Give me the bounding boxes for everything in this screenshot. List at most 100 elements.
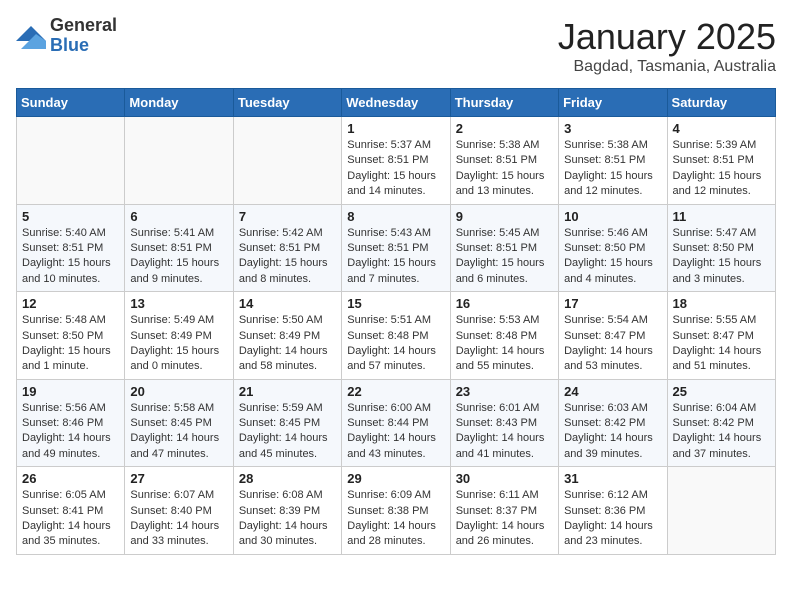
calendar-header-tuesday: Tuesday [233,89,341,117]
calendar-header-monday: Monday [125,89,233,117]
calendar-cell: 7 Sunrise: 5:42 AM Sunset: 8:51 PM Daylig… [233,204,341,292]
day-number: 1 [347,121,444,136]
day-number: 12 [22,296,119,311]
day-info: Sunrise: 5:45 AM Sunset: 8:51 PM Dayligh… [456,226,553,288]
day-number: 8 [347,209,444,224]
logo: General Blue [16,16,117,56]
day-number: 10 [564,209,661,224]
calendar-header-row: SundayMondayTuesdayWednesdayThursdayFrid… [17,89,776,117]
calendar-cell: 19Sunrise: 5:56 AM Sunset: 8:46 PM Dayli… [17,379,125,467]
calendar-cell: 26 Sunrise: 6:05 AM Sunset: 8:41 PM Dayli… [17,467,125,555]
calendar-cell: 10 Sunrise: 5:46 AM Sunset: 8:50 PM Dayli… [559,204,667,292]
calendar-cell: 20Sunrise: 5:58 AM Sunset: 8:45 PM Dayli… [125,379,233,467]
calendar-week-row: 19Sunrise: 5:56 AM Sunset: 8:46 PM Dayli… [17,379,776,467]
title-block: January 2025 Bagdad, Tasmania, Australia [558,16,776,76]
calendar-cell: 5Sunrise: 5:40 AM Sunset: 8:51 PM Daylig… [17,204,125,292]
day-info: Sunrise: 5:49 AM Sunset: 8:49 PM Dayligh… [130,313,227,375]
calendar-cell [17,117,125,205]
calendar-cell: 25 Sunrise: 6:04 AM Sunset: 8:42 PM Dayli… [667,379,775,467]
day-info: Sunrise: 5:42 AM Sunset: 8:51 PM Dayligh… [239,226,336,288]
day-info: Sunrise: 6:07 AM Sunset: 8:40 PM Dayligh… [130,488,227,550]
day-number: 19 [22,384,119,399]
day-info: Sunrise: 5:37 AM Sunset: 8:51 PM Dayligh… [347,138,444,200]
day-number: 29 [347,471,444,486]
day-info: Sunrise: 6:00 AM Sunset: 8:44 PM Dayligh… [347,401,444,463]
calendar-header-wednesday: Wednesday [342,89,450,117]
calendar-cell: 17 Sunrise: 5:54 AM Sunset: 8:47 PM Dayli… [559,292,667,380]
day-info: Sunrise: 5:55 AM Sunset: 8:47 PM Dayligh… [673,313,770,375]
calendar-cell: 27 Sunrise: 6:07 AM Sunset: 8:40 PM Dayli… [125,467,233,555]
day-number: 25 [673,384,770,399]
day-info: Sunrise: 6:03 AM Sunset: 8:42 PM Dayligh… [564,401,661,463]
calendar-cell: 3 Sunrise: 5:38 AM Sunset: 8:51 PM Daylig… [559,117,667,205]
day-info: Sunrise: 6:05 AM Sunset: 8:41 PM Dayligh… [22,488,119,550]
calendar-header-thursday: Thursday [450,89,558,117]
day-info: Sunrise: 6:11 AM Sunset: 8:37 PM Dayligh… [456,488,553,550]
day-number: 17 [564,296,661,311]
calendar-cell [233,117,341,205]
calendar-cell: 15Sunrise: 5:51 AM Sunset: 8:48 PM Dayli… [342,292,450,380]
day-number: 4 [673,121,770,136]
logo-blue-text: Blue [50,36,117,56]
day-number: 11 [673,209,770,224]
calendar-cell: 30Sunrise: 6:11 AM Sunset: 8:37 PM Dayli… [450,467,558,555]
calendar-cell [667,467,775,555]
calendar-cell: 8Sunrise: 5:43 AM Sunset: 8:51 PM Daylig… [342,204,450,292]
calendar-cell: 2 Sunrise: 5:38 AM Sunset: 8:51 PM Daylig… [450,117,558,205]
logo-text: General Blue [50,16,117,56]
calendar-week-row: 5Sunrise: 5:40 AM Sunset: 8:51 PM Daylig… [17,204,776,292]
day-info: Sunrise: 6:12 AM Sunset: 8:36 PM Dayligh… [564,488,661,550]
calendar-header-saturday: Saturday [667,89,775,117]
day-info: Sunrise: 5:54 AM Sunset: 8:47 PM Dayligh… [564,313,661,375]
calendar-cell: 16 Sunrise: 5:53 AM Sunset: 8:48 PM Dayli… [450,292,558,380]
day-info: Sunrise: 6:09 AM Sunset: 8:38 PM Dayligh… [347,488,444,550]
day-info: Sunrise: 6:08 AM Sunset: 8:39 PM Dayligh… [239,488,336,550]
calendar-header-friday: Friday [559,89,667,117]
day-info: Sunrise: 5:47 AM Sunset: 8:50 PM Dayligh… [673,226,770,288]
calendar-cell: 12 Sunrise: 5:48 AM Sunset: 8:50 PM Dayli… [17,292,125,380]
calendar-cell: 6Sunrise: 5:41 AM Sunset: 8:51 PM Daylig… [125,204,233,292]
calendar-table: SundayMondayTuesdayWednesdayThursdayFrid… [16,88,776,555]
day-number: 7 [239,209,336,224]
day-info: Sunrise: 5:51 AM Sunset: 8:48 PM Dayligh… [347,313,444,375]
day-number: 3 [564,121,661,136]
calendar-cell: 28Sunrise: 6:08 AM Sunset: 8:39 PM Dayli… [233,467,341,555]
calendar-week-row: 26 Sunrise: 6:05 AM Sunset: 8:41 PM Dayli… [17,467,776,555]
day-info: Sunrise: 5:38 AM Sunset: 8:51 PM Dayligh… [456,138,553,200]
page-header: General Blue January 2025 Bagdad, Tasman… [16,16,776,76]
day-number: 24 [564,384,661,399]
calendar-week-row: 1 Sunrise: 5:37 AM Sunset: 8:51 PM Daylig… [17,117,776,205]
calendar-cell: 9Sunrise: 5:45 AM Sunset: 8:51 PM Daylig… [450,204,558,292]
calendar-cell: 4Sunrise: 5:39 AM Sunset: 8:51 PM Daylig… [667,117,775,205]
day-info: Sunrise: 5:41 AM Sunset: 8:51 PM Dayligh… [130,226,227,288]
day-info: Sunrise: 6:01 AM Sunset: 8:43 PM Dayligh… [456,401,553,463]
calendar-cell: 31 Sunrise: 6:12 AM Sunset: 8:36 PM Dayli… [559,467,667,555]
day-number: 18 [673,296,770,311]
location: Bagdad, Tasmania, Australia [558,58,776,76]
calendar-cell: 14Sunrise: 5:50 AM Sunset: 8:49 PM Dayli… [233,292,341,380]
day-number: 16 [456,296,553,311]
day-number: 27 [130,471,227,486]
calendar-cell: 23 Sunrise: 6:01 AM Sunset: 8:43 PM Dayli… [450,379,558,467]
day-number: 14 [239,296,336,311]
month-title: January 2025 [558,16,776,58]
calendar-cell: 11 Sunrise: 5:47 AM Sunset: 8:50 PM Dayli… [667,204,775,292]
day-info: Sunrise: 6:04 AM Sunset: 8:42 PM Dayligh… [673,401,770,463]
day-info: Sunrise: 5:46 AM Sunset: 8:50 PM Dayligh… [564,226,661,288]
logo-icon [16,21,46,51]
day-number: 20 [130,384,227,399]
calendar-cell: 24 Sunrise: 6:03 AM Sunset: 8:42 PM Dayli… [559,379,667,467]
day-info: Sunrise: 5:48 AM Sunset: 8:50 PM Dayligh… [22,313,119,375]
calendar-cell: 18 Sunrise: 5:55 AM Sunset: 8:47 PM Dayli… [667,292,775,380]
day-info: Sunrise: 5:53 AM Sunset: 8:48 PM Dayligh… [456,313,553,375]
day-info: Sunrise: 5:59 AM Sunset: 8:45 PM Dayligh… [239,401,336,463]
calendar-header-sunday: Sunday [17,89,125,117]
day-number: 22 [347,384,444,399]
calendar-cell [125,117,233,205]
day-number: 23 [456,384,553,399]
day-number: 31 [564,471,661,486]
calendar-cell: 1 Sunrise: 5:37 AM Sunset: 8:51 PM Daylig… [342,117,450,205]
day-number: 26 [22,471,119,486]
day-number: 2 [456,121,553,136]
day-info: Sunrise: 5:38 AM Sunset: 8:51 PM Dayligh… [564,138,661,200]
